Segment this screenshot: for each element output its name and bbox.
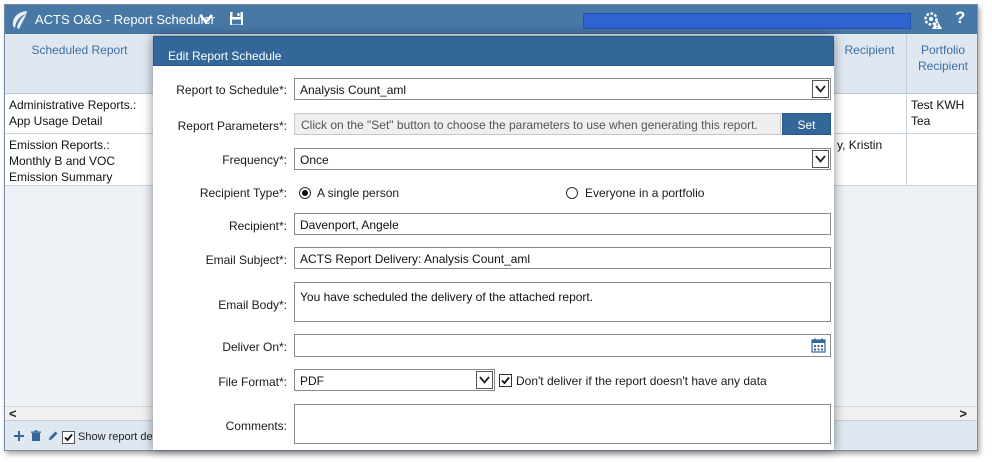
radio-everyone-in-portfolio[interactable] — [566, 187, 578, 199]
scroll-left-arrow[interactable]: < — [9, 406, 17, 421]
radio-everyone-in-portfolio-label: Everyone in a portfolio — [585, 186, 705, 200]
chevron-down-icon[interactable] — [812, 150, 829, 168]
report-parameters-field: Click on the "Set" button to choose the … — [294, 113, 781, 135]
no-data-checkbox[interactable] — [499, 374, 512, 387]
cell-recipient: y, Kristin — [833, 134, 907, 185]
email-subject-label: Email Subject*: — [205, 253, 287, 267]
deliver-on-date-input[interactable] — [294, 334, 831, 357]
frequency-label: Frequency*: — [222, 153, 287, 167]
progress-bar — [583, 13, 911, 29]
email-body-textarea[interactable]: You have scheduled the delivery of the a… — [294, 282, 831, 322]
show-report-deliveries-checkbox[interactable] — [62, 431, 75, 444]
show-report-deliveries-label: Show report deliv — [78, 431, 163, 443]
edit-pencil-icon[interactable] — [47, 430, 59, 442]
email-subject-input[interactable]: ACTS Report Delivery: Analysis Count_aml — [294, 247, 831, 269]
dialog-title: Edit Report Schedule — [153, 36, 834, 66]
no-data-checkbox-label: Don't deliver if the report doesn't have… — [516, 374, 767, 388]
report-to-schedule-select[interactable]: Analysis Count_aml — [294, 78, 831, 100]
comments-label: Comments: — [225, 419, 287, 433]
report-to-schedule-label: Report to Schedule*: — [176, 83, 287, 97]
set-parameters-button[interactable]: Set — [782, 113, 831, 135]
chevron-down-icon[interactable] — [198, 11, 214, 27]
leaf-logo-icon — [12, 11, 27, 29]
save-icon[interactable] — [229, 11, 244, 26]
trash-icon[interactable] — [30, 430, 42, 442]
chevron-down-icon[interactable] — [812, 80, 829, 98]
app-title: ACTS O&G - Report Scheduler — [35, 12, 215, 27]
cell-portfolio-recipient — [907, 134, 977, 185]
frequency-select[interactable]: Once — [294, 148, 831, 170]
column-header-scheduled-report[interactable]: Scheduled Report — [5, 34, 155, 94]
radio-single-person[interactable] — [299, 187, 311, 199]
recipient-type-label: Recipient Type*: — [199, 186, 287, 200]
calendar-icon[interactable] — [811, 338, 826, 353]
cell-scheduled-report: Emission Reports.: Monthly B and VOC Emi… — [5, 134, 155, 185]
chevron-down-icon[interactable] — [476, 371, 493, 389]
recipient-input[interactable]: Davenport, Angele — [294, 213, 831, 235]
cell-scheduled-report: Administrative Reports.: App Usage Detai… — [5, 94, 155, 133]
edit-report-schedule-dialog: Edit Report Schedule Report to Schedule*… — [153, 36, 834, 450]
cell-recipient — [833, 94, 907, 133]
file-format-select[interactable]: PDF — [294, 369, 495, 391]
deliver-on-label: Deliver On*: — [222, 340, 287, 354]
add-icon[interactable] — [13, 430, 25, 442]
scroll-right-arrow[interactable]: > — [959, 406, 967, 421]
radio-single-person-label: A single person — [317, 186, 400, 200]
cell-portfolio-recipient: Test KWH Tea — [911, 98, 965, 128]
gear-warning-icon[interactable] — [923, 10, 943, 30]
recipient-label: Recipient*: — [228, 219, 287, 233]
help-button[interactable]: ? — [955, 8, 965, 28]
email-body-label: Email Body*: — [218, 298, 287, 312]
column-header-portfolio-recipient[interactable]: Portfolio Recipient — [907, 34, 977, 94]
report-parameters-label: Report Parameters*: — [177, 119, 287, 133]
file-format-label: File Format*: — [218, 375, 287, 389]
column-header-recipient[interactable]: Recipient — [833, 34, 907, 94]
comments-textarea[interactable] — [294, 404, 831, 444]
title-bar: ACTS O&G - Report Scheduler ? — [5, 5, 977, 34]
